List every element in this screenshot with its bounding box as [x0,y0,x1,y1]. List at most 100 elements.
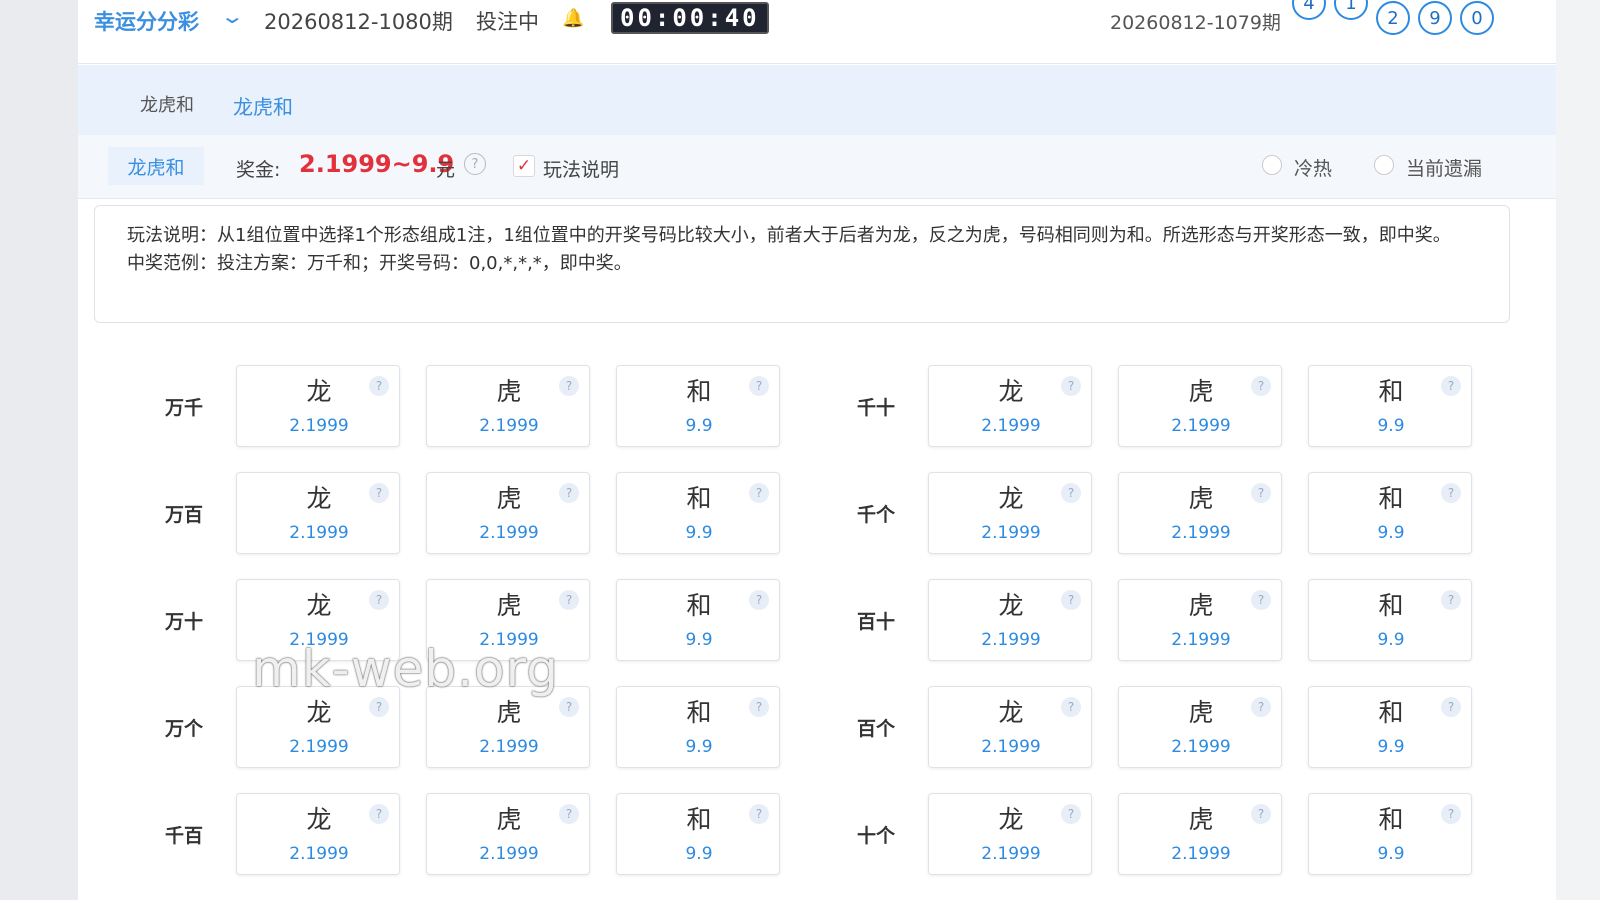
bell-icon[interactable]: 🔔 [562,8,584,29]
bet-option-button[interactable]: 龙 2.1999? [236,365,400,447]
bet-option-button[interactable]: 和 9.9? [616,472,780,554]
bet-option-button[interactable]: 和 9.9? [1308,579,1472,661]
subtab-active[interactable]: 龙虎和 [108,147,204,185]
bet-option-odds: 9.9 [1377,523,1405,543]
position-group-label: 万百 [164,504,203,526]
question-icon[interactable]: ? [1251,376,1271,396]
question-icon[interactable]: ? [559,483,579,503]
bet-option-button[interactable]: 和 9.9? [1308,686,1472,768]
question-icon[interactable]: ? [749,697,769,717]
bet-option-button[interactable]: 虎 2.1999? [426,686,590,768]
draw-ball: 0 [1460,1,1494,35]
bet-option-button[interactable]: 和 9.9? [616,579,780,661]
question-icon[interactable]: ? [369,804,389,824]
info-row: 龙虎和 奖金: 2.1999~9.9 元 ? ✓ 玩法说明 冷热 当前遗漏 [78,135,1556,199]
current-period: 20260812-1080期 [264,10,453,34]
radio-hotcold[interactable] [1262,155,1282,175]
bet-option-button[interactable]: 和 9.9? [1308,793,1472,875]
bet-option-button[interactable]: 和 9.9? [1308,365,1472,447]
question-icon[interactable]: ? [1251,590,1271,610]
question-icon[interactable]: ? [1061,804,1081,824]
bet-option-button[interactable]: 龙 2.1999? [928,579,1092,661]
question-icon[interactable]: ? [559,590,579,610]
question-icon[interactable]: ? [1251,804,1271,824]
question-icon[interactable]: ? [1251,697,1271,717]
rules-checkbox[interactable]: ✓ [513,155,535,177]
question-icon[interactable]: ? [1441,376,1461,396]
bet-option-button[interactable]: 和 9.9? [616,686,780,768]
question-icon[interactable]: ? [559,697,579,717]
bet-option-button[interactable]: 龙 2.1999? [928,472,1092,554]
draw-ball: 9 [1418,1,1452,35]
chevron-down-icon[interactable]: ⌄ [220,4,245,28]
position-group-label: 千十 [856,397,895,419]
bet-option-button[interactable]: 龙 2.1999? [236,472,400,554]
bet-option-button[interactable]: 龙 2.1999? [236,686,400,768]
position-group-label: 百十 [856,611,895,633]
position-group-label: 万十 [164,611,203,633]
tab-group-label[interactable]: 龙虎和 [140,91,194,117]
question-icon[interactable]: ? [749,483,769,503]
tab-active[interactable]: 龙虎和 [233,91,293,120]
prize-label: 奖金: [236,159,281,181]
question-icon[interactable]: ? [1441,804,1461,824]
bet-option-button[interactable]: 虎 2.1999? [426,472,590,554]
bet-option-odds: 2.1999 [981,523,1041,543]
bet-option-button[interactable]: 虎 2.1999? [1118,579,1282,661]
question-icon[interactable]: ? [369,697,389,717]
question-icon[interactable]: ? [559,804,579,824]
bet-option-odds: 9.9 [685,416,713,436]
bet-option-button[interactable]: 和 9.9? [1308,472,1472,554]
bet-option-button[interactable]: 虎 2.1999? [426,365,590,447]
last-draw-numbers: 4 1 2 9 0 [1292,0,1494,35]
bet-option-button[interactable]: 虎 2.1999? [1118,365,1282,447]
bet-option-button[interactable]: 和 9.9? [616,793,780,875]
question-icon[interactable]: ? [749,376,769,396]
question-icon[interactable]: ? [749,590,769,610]
position-group-label: 千百 [164,825,203,847]
rules-text: 玩法说明：从1组位置中选择1个形态组成1注，1组位置中的开奖号码比较大小，前者大… [127,225,1451,246]
watermark: mk-web.org [252,640,559,698]
bet-option-button[interactable]: 虎 2.1999? [1118,793,1282,875]
position-group-label: 千个 [856,504,895,526]
question-icon[interactable]: ? [1441,697,1461,717]
bet-option-button[interactable]: 虎 2.1999? [426,793,590,875]
rules-toggle-label[interactable]: 玩法说明 [543,155,619,182]
question-icon[interactable]: ? [1441,483,1461,503]
radio-missing-label[interactable]: 当前遗漏 [1406,154,1482,181]
bet-option-odds: 2.1999 [1171,844,1231,864]
bet-option-button[interactable]: 龙 2.1999? [928,793,1092,875]
bet-option-button[interactable]: 龙 2.1999? [928,686,1092,768]
question-icon[interactable]: ? [369,590,389,610]
question-icon[interactable]: ? [749,804,769,824]
question-icon[interactable]: ? [559,376,579,396]
question-icon[interactable]: ? [1061,697,1081,717]
rules-explanation: 玩法说明：从1组位置中选择1个形态组成1注，1组位置中的开奖号码比较大小，前者大… [94,205,1510,323]
bet-option-odds: 2.1999 [1171,630,1231,650]
bet-option-button[interactable]: 虎 2.1999? [1118,686,1282,768]
bet-option-odds: 9.9 [1377,737,1405,757]
question-icon[interactable]: ? [464,153,486,175]
question-icon[interactable]: ? [1441,590,1461,610]
radio-missing[interactable] [1374,155,1394,175]
bet-option-odds: 9.9 [685,630,713,650]
bet-option-button[interactable]: 龙 2.1999? [928,365,1092,447]
bet-option-odds: 2.1999 [981,844,1041,864]
position-group-label: 百个 [856,718,895,740]
bet-option-odds: 2.1999 [289,416,349,436]
bet-option-odds: 2.1999 [479,737,539,757]
radio-hotcold-label[interactable]: 冷热 [1294,154,1332,181]
question-icon[interactable]: ? [369,483,389,503]
question-icon[interactable]: ? [1061,376,1081,396]
bet-option-button[interactable]: 和 9.9? [616,365,780,447]
bet-option-button[interactable]: 龙 2.1999? [236,793,400,875]
question-icon[interactable]: ? [1251,483,1271,503]
game-name[interactable]: 幸运分分彩 [94,6,199,36]
draw-ball: 2 [1376,1,1410,35]
question-icon[interactable]: ? [1061,590,1081,610]
question-icon[interactable]: ? [369,376,389,396]
bet-option-button[interactable]: 虎 2.1999? [1118,472,1282,554]
bet-option-odds: 2.1999 [479,523,539,543]
bet-option-odds: 2.1999 [289,844,349,864]
question-icon[interactable]: ? [1061,483,1081,503]
